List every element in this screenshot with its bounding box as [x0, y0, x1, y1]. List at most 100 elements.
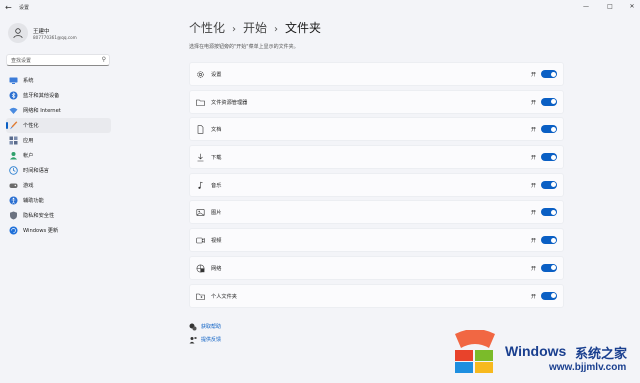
monitor-icon [9, 76, 18, 85]
sidebar-item-personalization[interactable]: 个性化 [6, 118, 111, 133]
music-icon [196, 181, 205, 190]
sidebar-item-label: 帐户 [23, 153, 34, 159]
toggle-state: 开 [530, 72, 536, 78]
feedback-icon [189, 336, 197, 344]
arrow-left-icon: ← [5, 3, 12, 12]
globe-clock-icon [9, 166, 18, 175]
window-title: 设置 [19, 5, 30, 11]
folder-row-documents: 文档 开 [189, 117, 564, 142]
breadcrumb-start[interactable]: 开始 [243, 19, 267, 36]
gamepad-icon [9, 181, 18, 190]
search-placeholder: 查找设置 [11, 58, 32, 64]
sidebar-item-label: 游戏 [23, 183, 34, 189]
sidebar-item-label: 蓝牙和其他设备 [23, 93, 60, 99]
sidebar-nav: 系统 蓝牙和其他设备 网络和 Internet 个性化 应用 帐户 时间和语言 … [6, 73, 111, 238]
sidebar-item-label: 隐私和安全性 [23, 213, 55, 219]
sidebar-item-label: 个性化 [23, 123, 39, 129]
folder-label: 图片 [211, 210, 222, 217]
get-help-link[interactable]: 获取帮助 [189, 320, 221, 333]
toggle-state: 开 [530, 182, 536, 189]
toggle-state: 开 [530, 210, 536, 217]
folder-label: 文件资源管理器 [211, 99, 248, 106]
give-feedback-link[interactable]: 提供反馈 [189, 333, 221, 346]
page-description: 选择在电源按钮旁的"开始"菜单上显示的文件夹。 [189, 44, 299, 50]
maximize-button[interactable]: □ [603, 2, 617, 12]
gear-icon [196, 70, 205, 79]
image-icon [196, 208, 205, 217]
folder-row-personal-folder: 个人文件夹 开 [189, 283, 564, 308]
folder-toggle[interactable] [541, 180, 557, 189]
folder-row-downloads: 下载 开 [189, 145, 564, 170]
help-icon [189, 323, 197, 331]
video-icon [196, 236, 205, 245]
breadcrumb: 个性化 › 开始 › 文件夹 [189, 19, 321, 36]
sidebar-item-network[interactable]: 网络和 Internet [6, 103, 111, 118]
folder-toggle[interactable] [541, 97, 557, 106]
person-icon [13, 28, 23, 39]
sidebar-item-accounts[interactable]: 帐户 [6, 148, 111, 163]
folder-label: 音乐 [211, 182, 222, 189]
windows-logo-icon [455, 330, 495, 373]
folder-toggle[interactable] [541, 208, 557, 217]
link-label: 获取帮助 [201, 324, 222, 330]
personal-folder-icon [196, 292, 205, 301]
help-links: 获取帮助 提供反馈 [189, 320, 221, 346]
folder-toggle[interactable] [541, 236, 557, 245]
breadcrumb-personalization[interactable]: 个性化 [189, 19, 225, 36]
folder-label: 下载 [211, 155, 222, 162]
minimize-button[interactable]: — [579, 2, 593, 12]
user-email: 807770361@qq.com [33, 35, 77, 40]
sidebar-item-label: 应用 [23, 138, 34, 144]
folder-label: 网络 [211, 265, 222, 272]
user-name: 王建中 [33, 29, 50, 35]
document-icon [196, 125, 205, 134]
folder-explorer-icon [196, 98, 205, 107]
folder-row-videos: 视频 开 [189, 228, 564, 253]
sidebar-item-accessibility[interactable]: 辅助功能 [6, 193, 111, 208]
avatar[interactable] [8, 23, 28, 43]
sidebar-item-label: 网络和 Internet [23, 108, 61, 114]
watermark-url: www.bjjmlv.com [549, 362, 627, 373]
sidebar-item-system[interactable]: 系统 [6, 73, 111, 88]
folder-label: 设置 [211, 72, 222, 78]
toggle-state: 开 [530, 265, 536, 272]
sidebar-item-label: 时间和语言 [23, 168, 49, 174]
watermark-brand: Windows [505, 343, 567, 359]
close-button[interactable]: ✕ [625, 2, 639, 12]
folder-label: 个人文件夹 [211, 293, 237, 300]
link-label: 提供反馈 [201, 337, 222, 343]
sidebar-item-apps[interactable]: 应用 [6, 133, 111, 148]
folder-label: 文档 [211, 127, 222, 134]
sidebar-item-label: Windows 更新 [23, 228, 59, 234]
watermark-cn: 系统之家 [575, 347, 628, 362]
sidebar-item-privacy[interactable]: 隐私和安全性 [6, 208, 111, 223]
back-button[interactable]: ← [5, 3, 15, 13]
folder-toggle[interactable] [541, 125, 557, 134]
folder-row-pictures: 图片 开 [189, 200, 564, 225]
wifi-icon [9, 106, 18, 115]
windows-update-icon [9, 226, 18, 235]
toggle-state: 开 [530, 238, 536, 245]
sidebar-item-time-language[interactable]: 时间和语言 [6, 163, 111, 178]
shield-icon [9, 211, 18, 220]
folder-toggle[interactable] [541, 70, 557, 78]
sidebar-item-gaming[interactable]: 游戏 [6, 178, 111, 193]
sidebar-item-windows-update[interactable]: Windows 更新 [6, 223, 111, 238]
folder-toggle[interactable] [541, 153, 557, 162]
folder-toggle[interactable] [541, 263, 557, 272]
sidebar-item-label: 辅助功能 [23, 198, 44, 204]
toggle-state: 开 [530, 293, 536, 300]
breadcrumb-separator: › [274, 24, 279, 35]
watermark: Windows 系统之家 www.bjjmlv.com [449, 324, 639, 380]
search-input[interactable]: 查找设置 ⚲ [6, 54, 110, 66]
folder-label: 视频 [211, 238, 222, 245]
download-icon [196, 153, 205, 162]
sidebar-item-bluetooth[interactable]: 蓝牙和其他设备 [6, 88, 111, 103]
folder-toggle[interactable] [541, 291, 557, 300]
search-icon: ⚲ [101, 56, 106, 63]
person-icon [9, 151, 18, 160]
bluetooth-icon [9, 91, 18, 100]
accessibility-icon [9, 196, 18, 205]
folder-row-network: 网络 开 [189, 255, 564, 280]
title-bar: ← 设置 — □ ✕ [0, 0, 640, 16]
